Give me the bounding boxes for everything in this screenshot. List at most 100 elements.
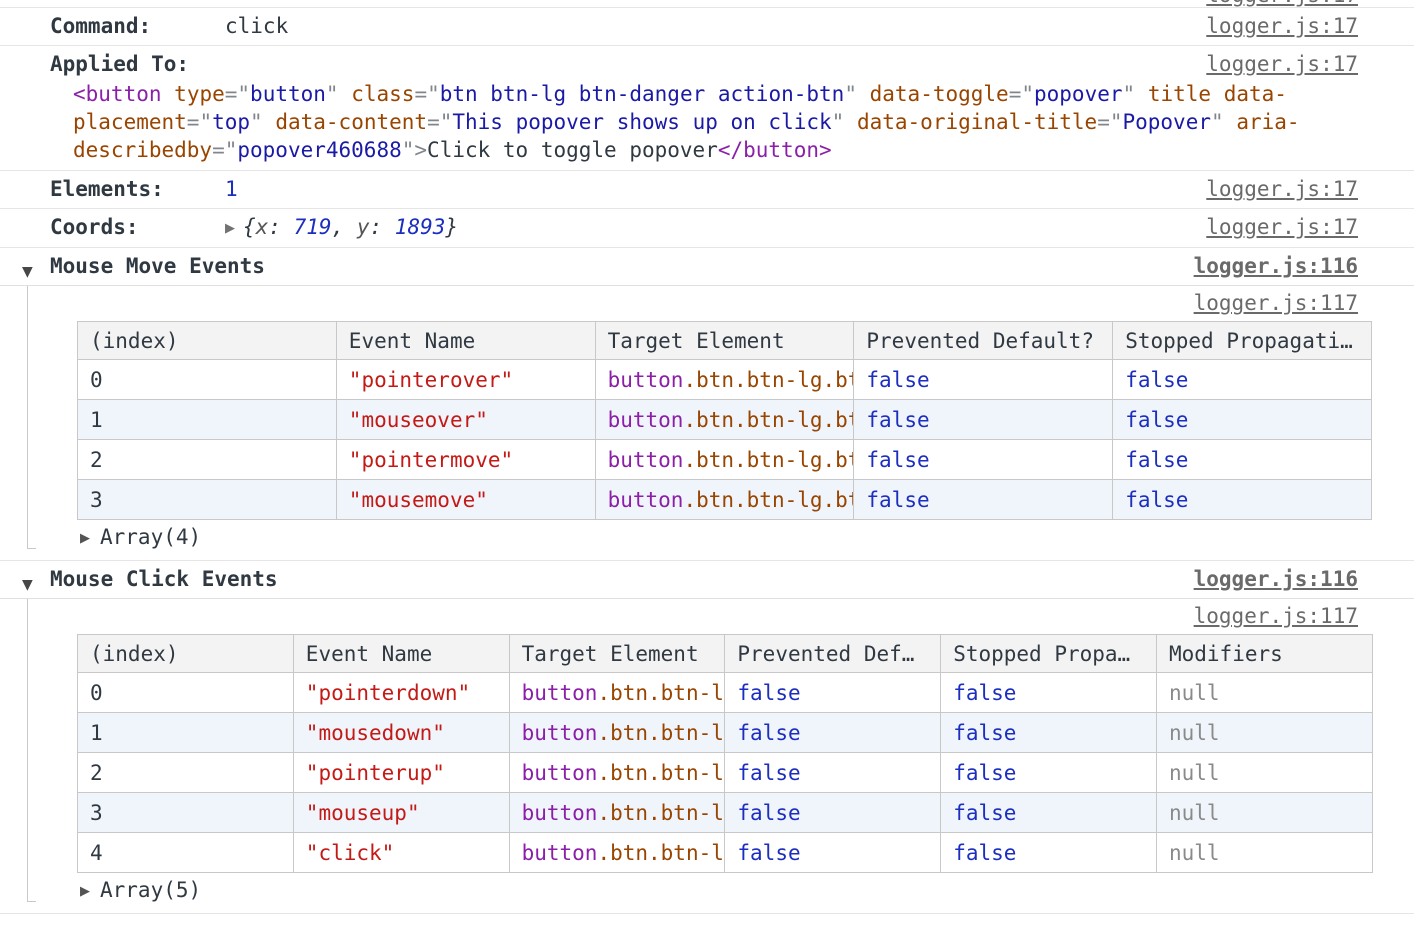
table-cell: button.btn.btn-lg.btn-danger.action-btn xyxy=(509,673,725,713)
source-link[interactable]: logger.js:17 xyxy=(1206,214,1358,241)
table-header-row: (index)Event NameTarget ElementPrevented… xyxy=(78,635,1373,673)
expand-triangle-icon[interactable]: ▶ xyxy=(80,879,90,905)
group-title: Mouse Move Events xyxy=(0,253,265,280)
table-cell: false xyxy=(941,673,1157,713)
table-column-header[interactable]: Modifiers xyxy=(1156,635,1372,673)
table-cell: 2 xyxy=(78,440,337,480)
table-row: 3"mousemove"button.btn.btn-lg.btn-danger… xyxy=(78,480,1372,520)
table-header-row: (index)Event NameTarget ElementPrevented… xyxy=(78,322,1372,360)
table-cell: 1 xyxy=(78,400,337,440)
table-cell: false xyxy=(941,753,1157,793)
table-cell: button.btn.btn-lg.btn-danger.action-btn xyxy=(509,713,725,753)
table-cell: false xyxy=(941,713,1157,753)
source-link[interactable]: logger.js:17 xyxy=(1206,176,1358,203)
coords-label: Coords: xyxy=(0,214,225,241)
table-row: 0"pointerover"button.btn.btn-lg.btn-dang… xyxy=(78,360,1372,400)
table-message-link-row: logger.js:117 xyxy=(0,599,1414,631)
applied-to-html-code[interactable]: <button type="button" class="btn btn-lg … xyxy=(0,78,1414,170)
source-link[interactable]: logger.js:17 xyxy=(1206,0,1358,7)
array-preview-row[interactable]: ▶Array(5) xyxy=(0,873,1414,907)
table-cell: "click" xyxy=(293,833,509,873)
table-cell: null xyxy=(1156,793,1372,833)
table-cell: false xyxy=(725,833,941,873)
table-cell: null xyxy=(1156,713,1372,753)
group-header-mouse-click-events[interactable]: ▼ Mouse Click Events logger.js:116 xyxy=(0,561,1414,599)
table-row: 2"pointermove"button.btn.btn-lg.btn-dang… xyxy=(78,440,1372,480)
table-column-header[interactable]: Prevented Def… xyxy=(725,635,941,673)
table-cell: false xyxy=(854,440,1113,480)
console-message-elements: Elements: 1 logger.js:17 xyxy=(0,171,1414,209)
table-cell: false xyxy=(854,480,1113,520)
table-cell: "pointerup" xyxy=(293,753,509,793)
code-line: describedby="popover460688">Click to tog… xyxy=(73,136,1414,164)
table-cell: 0 xyxy=(78,360,337,400)
console-bottom-space xyxy=(0,914,1414,926)
table-column-header[interactable]: Stopped Propagati… xyxy=(1113,322,1372,360)
source-link[interactable]: logger.js:17 xyxy=(1206,13,1358,40)
group-header-mouse-move-events[interactable]: ▼ Mouse Move Events logger.js:116 xyxy=(0,248,1414,286)
table-cell: false xyxy=(725,713,941,753)
table-column-header[interactable]: Event Name xyxy=(293,635,509,673)
table-row: 1"mousedown"button.btn.btn-lg.btn-danger… xyxy=(78,713,1373,753)
table-cell: false xyxy=(725,753,941,793)
table-cell: "pointerdown" xyxy=(293,673,509,713)
table-cell: false xyxy=(1113,440,1372,480)
table-column-header[interactable]: (index) xyxy=(78,322,337,360)
source-link[interactable]: logger.js:116 xyxy=(1194,566,1358,593)
table-cell: "mousedown" xyxy=(293,713,509,753)
table-cell: false xyxy=(941,793,1157,833)
table-cell: false xyxy=(941,833,1157,873)
console-message-coords: Coords: ▶{x: 719, y: 1893} logger.js:17 xyxy=(0,209,1414,248)
source-link[interactable]: logger.js:117 xyxy=(1194,291,1358,316)
table-column-header[interactable]: Target Element xyxy=(509,635,725,673)
table-cell: button.btn.btn-lg.btn-danger.action-btn xyxy=(595,400,854,440)
coords-object-preview: ▶{x: 719, y: 1893} xyxy=(225,214,1206,242)
table-cell: "pointermove" xyxy=(336,440,595,480)
table-cell: button.btn.btn-lg.btn-danger.action-btn xyxy=(509,833,725,873)
expand-triangle-icon[interactable]: ▶ xyxy=(225,215,235,242)
table-cell: false xyxy=(854,360,1113,400)
table-column-header[interactable]: Event Name xyxy=(336,322,595,360)
code-line: placement="top" data-content="This popov… xyxy=(73,108,1414,136)
group-title: Mouse Click Events xyxy=(0,566,278,593)
clipped-previous-message: logger.js:17 xyxy=(0,0,1414,8)
table-cell: null xyxy=(1156,833,1372,873)
table-cell: null xyxy=(1156,753,1372,793)
table-cell: false xyxy=(1113,480,1372,520)
table-cell: 1 xyxy=(78,713,294,753)
source-link[interactable]: logger.js:117 xyxy=(1194,604,1358,629)
table-cell: false xyxy=(1113,360,1372,400)
group-content-mouse-move: logger.js:117 (index)Event NameTarget El… xyxy=(0,286,1414,561)
table-message-link-row: logger.js:117 xyxy=(0,286,1414,318)
group-content-mouse-click: logger.js:117 (index)Event NameTarget El… xyxy=(0,599,1414,914)
table-cell: 4 xyxy=(78,833,294,873)
table-cell: false xyxy=(1113,400,1372,440)
elements-label: Elements: xyxy=(0,176,225,203)
table-cell: button.btn.btn-lg.btn-danger.action-btn xyxy=(595,360,854,400)
table-cell: "mouseup" xyxy=(293,793,509,833)
mouse-move-events-table: (index)Event NameTarget ElementPrevented… xyxy=(77,321,1372,520)
table-column-header[interactable]: (index) xyxy=(78,635,294,673)
elements-value: 1 xyxy=(225,176,1206,203)
collapse-triangle-icon[interactable]: ▼ xyxy=(22,572,33,599)
table-column-header[interactable]: Stopped Propa… xyxy=(941,635,1157,673)
expand-triangle-icon[interactable]: ▶ xyxy=(80,526,90,552)
source-link[interactable]: logger.js:17 xyxy=(1206,51,1358,78)
applied-to-label: Applied To: xyxy=(0,51,189,78)
table-cell: button.btn.btn-lg.btn-danger.action-btn xyxy=(595,440,854,480)
source-link[interactable]: logger.js:116 xyxy=(1194,253,1358,280)
table-cell: false xyxy=(725,793,941,833)
table-column-header[interactable]: Prevented Default? xyxy=(854,322,1113,360)
table-cell: button.btn.btn-lg.btn-danger.action-btn xyxy=(509,793,725,833)
table-cell: null xyxy=(1156,673,1372,713)
array-preview-label: Array(4) xyxy=(100,525,201,549)
table-cell: "mouseover" xyxy=(336,400,595,440)
table-cell: button.btn.btn-lg.btn-danger.action-btn xyxy=(509,753,725,793)
table-cell: false xyxy=(854,400,1113,440)
table-cell: "pointerover" xyxy=(336,360,595,400)
table-cell: 3 xyxy=(78,480,337,520)
command-value: click xyxy=(225,13,1206,40)
array-preview-row[interactable]: ▶ Array(4) xyxy=(0,520,1414,554)
table-column-header[interactable]: Target Element xyxy=(595,322,854,360)
collapse-triangle-icon[interactable]: ▼ xyxy=(22,259,33,286)
